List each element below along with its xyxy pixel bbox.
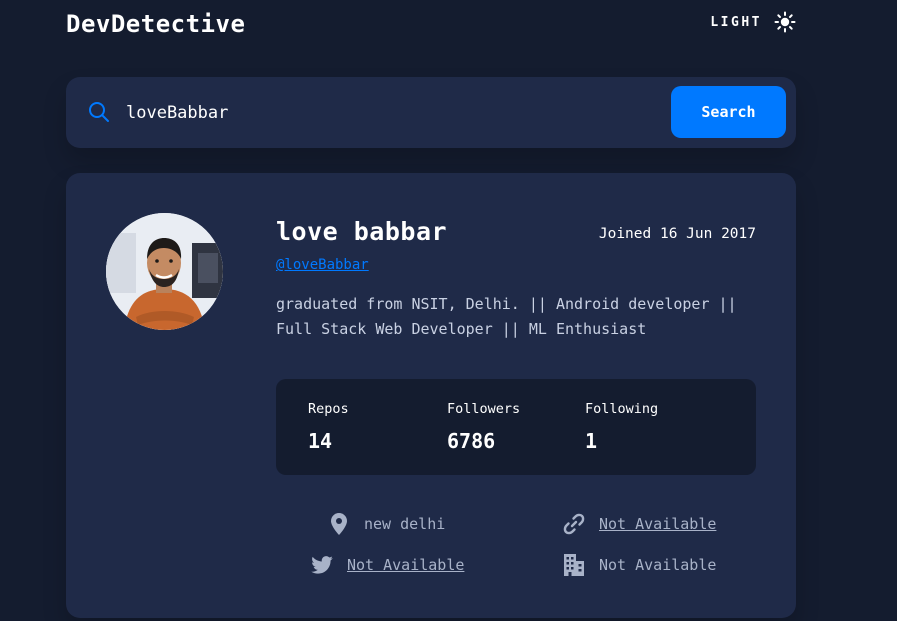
app-title: DevDetective — [66, 10, 246, 38]
link-icon — [563, 513, 585, 535]
twitter-icon — [311, 554, 333, 576]
theme-toggle-button[interactable]: LIGHT — [710, 11, 796, 33]
stat-repos: Repos 14 — [308, 401, 349, 453]
stats-panel: Repos 14 Followers 6786 Following 1 — [276, 379, 756, 475]
joined-date: Joined 16 Jun 2017 — [598, 226, 756, 242]
info-twitter: Not Available — [311, 554, 464, 576]
info-location: new delhi — [328, 513, 445, 535]
info-website: Not Available — [563, 513, 716, 535]
avatar-image — [106, 213, 223, 330]
location-pin-icon — [328, 513, 350, 535]
info-company: Not Available — [563, 554, 716, 576]
company-text: Not Available — [599, 556, 717, 574]
avatar — [106, 213, 223, 330]
stat-value: 1 — [585, 429, 598, 453]
theme-toggle-label: LIGHT — [710, 14, 762, 30]
profile-username-link[interactable]: @loveBabbar — [276, 257, 369, 273]
bio-line: graduated from NSIT, Delhi. || Android d… — [276, 295, 737, 313]
profile-bio: graduated from NSIT, Delhi. || Android d… — [276, 292, 756, 342]
stat-followers: Followers 6786 — [447, 401, 520, 453]
search-button[interactable]: Search — [671, 86, 786, 138]
stat-following: Following 1 — [585, 401, 658, 453]
sun-icon — [774, 11, 796, 33]
app-header: DevDetective LIGHT — [66, 6, 796, 42]
website-link[interactable]: Not Available — [599, 515, 716, 533]
twitter-link[interactable]: Not Available — [347, 556, 464, 574]
search-bar: Search — [66, 77, 796, 148]
location-text: new delhi — [364, 515, 446, 533]
stat-value: 6786 — [447, 429, 496, 453]
building-icon — [563, 554, 585, 576]
stat-label: Following — [585, 401, 659, 417]
bio-line: Full Stack Web Developer || ML Enthusias… — [276, 320, 647, 338]
profile-card: love babbar Joined 16 Jun 2017 @loveBabb… — [66, 173, 796, 618]
stat-label: Followers — [447, 401, 521, 417]
search-icon — [89, 102, 109, 122]
stat-label: Repos — [308, 401, 349, 417]
stat-value: 14 — [308, 429, 333, 453]
profile-name: love babbar — [276, 217, 448, 246]
search-input[interactable] — [126, 99, 646, 127]
